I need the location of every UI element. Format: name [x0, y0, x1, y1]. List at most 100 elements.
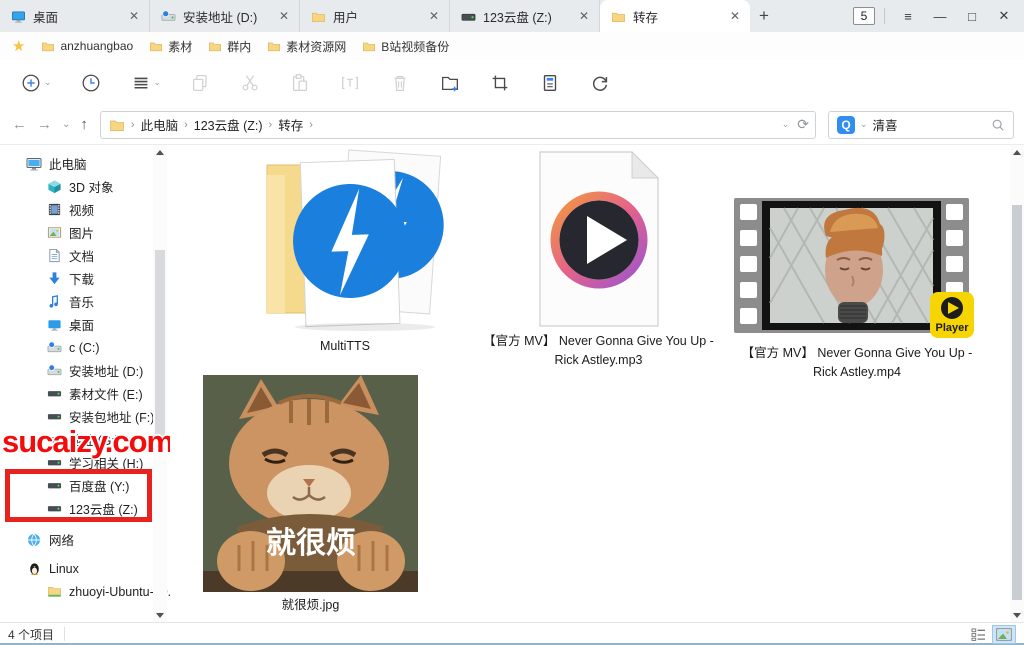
sidebar-item-drive-y-baidu[interactable]: 百度盘 (Y:): [0, 474, 170, 497]
address-dropdown-icon[interactable]: ⌄: [782, 119, 790, 130]
file-name: 【官方 MV】 Never Gonna Give You Up - Rick A…: [476, 332, 721, 370]
scroll-up-icon[interactable]: [1010, 145, 1024, 159]
sidebar-item-this-pc[interactable]: 此电脑: [0, 152, 170, 175]
bookmark-bzhan-backup[interactable]: B站视频备份: [362, 38, 449, 55]
folder-icon: [208, 39, 222, 53]
video-file-thumbnail: Player: [734, 198, 980, 340]
plus-circle-icon: [20, 72, 42, 94]
file-item-rick-mp3[interactable]: 【官方 MV】 Never Gonna Give You Up - Rick A…: [476, 150, 721, 370]
new-tab-button[interactable]: +: [750, 0, 778, 32]
sidebar-item-drive-g[interactable]: 地址 (G:): [0, 428, 170, 451]
breadcrumb-123cloud[interactable]: 123云盘 (Z:): [194, 115, 263, 134]
sidebar-item-drive-z-123cloud[interactable]: 123云盘 (Z:): [0, 497, 170, 520]
meme-caption: 就很烦: [266, 527, 356, 560]
star-icon[interactable]: ★: [12, 37, 25, 55]
details-view-button[interactable]: [966, 625, 990, 644]
view-menu-button[interactable]: ⌄: [130, 72, 162, 94]
address-refresh-icon[interactable]: ⟳: [797, 116, 809, 133]
sidebar-label: 3D 对象: [69, 177, 113, 196]
sidebar-item-drive-h[interactable]: 学习相关 (H:): [0, 451, 170, 474]
sidebar-item-network[interactable]: 网络: [0, 528, 170, 551]
thumbnail-view-icon: [996, 628, 1012, 641]
file-list-area[interactable]: MultiTTS 【官方 MV】 Never Gonna Give: [170, 145, 1024, 622]
address-bar[interactable]: › 此电脑 › 123云盘 (Z:) › 转存 › ⌄ ⟳: [100, 111, 816, 139]
close-tab-icon[interactable]: ✕: [728, 9, 742, 23]
bookmark-sucaiziyuanwang[interactable]: 素材资源网: [267, 38, 346, 55]
sidebar-item-3d-objects[interactable]: 3D 对象: [0, 175, 170, 198]
minimize-button[interactable]: —: [926, 3, 954, 29]
rename-icon: [339, 72, 361, 94]
desktop-icon: [46, 317, 62, 333]
crop-button[interactable]: [489, 72, 511, 94]
maximize-button[interactable]: □: [958, 3, 986, 29]
close-tab-icon[interactable]: ✕: [127, 9, 141, 23]
tab-users[interactable]: 用户 ✕: [300, 0, 450, 32]
tab-drive-d[interactable]: 安装地址 (D:) ✕: [150, 0, 300, 32]
breadcrumb-this-pc[interactable]: 此电脑: [141, 115, 179, 134]
network-icon: [26, 532, 42, 548]
sidebar-item-pictures[interactable]: 图片: [0, 221, 170, 244]
close-tab-icon[interactable]: ✕: [427, 9, 441, 23]
main-scrollbar[interactable]: [1010, 145, 1024, 622]
sidebar-label: 桌面: [69, 315, 94, 334]
search-value: 清喜: [873, 115, 986, 134]
tab-count-badge[interactable]: 5: [853, 7, 875, 25]
sidebar-item-linux[interactable]: Linux: [0, 557, 170, 580]
forward-button[interactable]: →: [37, 116, 52, 133]
sidebar-item-drive-c[interactable]: c (C:): [0, 336, 170, 359]
file-item-cat-jpg[interactable]: 就很烦 就很烦.jpg: [188, 375, 433, 615]
bookmark-qunnei[interactable]: 群内: [208, 38, 251, 55]
close-tab-icon[interactable]: ✕: [277, 9, 291, 23]
calculator-button[interactable]: [539, 72, 561, 94]
scroll-up-icon[interactable]: [153, 145, 167, 159]
tab-desktop[interactable]: 桌面 ✕: [0, 0, 150, 32]
sidebar-item-downloads[interactable]: 下载: [0, 267, 170, 290]
clock-icon: [80, 72, 102, 94]
refresh-button[interactable]: [589, 72, 611, 94]
search-engine-dropdown-icon[interactable]: ⌄: [860, 119, 868, 130]
search-engine-icon[interactable]: Q: [837, 116, 855, 134]
sidebar-item-documents[interactable]: 文档: [0, 244, 170, 267]
bookmark-sucai[interactable]: 素材: [149, 38, 192, 55]
sidebar-item-drive-f[interactable]: 安装包地址 (F:): [0, 405, 170, 428]
tab-zhuancun-active[interactable]: 转存 ✕: [600, 0, 750, 32]
recent-history-button[interactable]: [80, 72, 102, 94]
sidebar-label: 素材文件 (E:): [69, 384, 143, 403]
body-area: 此电脑 3D 对象 视频 图片 文档 下载: [0, 145, 1024, 622]
sidebar-label: 此电脑: [49, 154, 87, 173]
new-folder-button[interactable]: [439, 72, 461, 94]
sidebar-item-drive-e[interactable]: 素材文件 (E:): [0, 382, 170, 405]
new-item-button[interactable]: ⌄: [20, 72, 52, 94]
thumbnail-view-button[interactable]: [992, 625, 1016, 644]
sidebar-item-drive-d[interactable]: 安装地址 (D:): [0, 359, 170, 382]
menu-button[interactable]: ≡: [894, 3, 922, 29]
videos-icon: [46, 202, 62, 218]
paste-icon: [289, 72, 311, 94]
history-dropdown-icon[interactable]: ⌄: [62, 119, 70, 130]
scroll-down-icon[interactable]: [1010, 608, 1024, 622]
breadcrumb-zhuancun[interactable]: 转存: [278, 115, 303, 134]
folder-icon: [109, 117, 125, 133]
sidebar-item-desktop[interactable]: 桌面: [0, 313, 170, 336]
close-tab-icon[interactable]: ✕: [577, 9, 591, 23]
sidebar-item-music[interactable]: 音乐: [0, 290, 170, 313]
tab-drive-z[interactable]: 123云盘 (Z:) ✕: [450, 0, 600, 32]
file-item-multitts[interactable]: MultiTTS: [245, 145, 445, 356]
close-button[interactable]: ✕: [990, 3, 1018, 29]
back-button[interactable]: ←: [12, 116, 27, 133]
sidebar-item-ubuntu[interactable]: zhuoyi-Ubuntu-20.: [0, 580, 170, 603]
search-input[interactable]: Q ⌄ 清喜: [828, 111, 1014, 139]
breadcrumb-separator: ›: [309, 119, 313, 131]
sidebar-item-videos[interactable]: 视频: [0, 198, 170, 221]
sidebar-label: 学习相关 (H:): [69, 453, 143, 472]
scroll-down-icon[interactable]: [153, 608, 167, 622]
drive-icon: [46, 478, 62, 494]
system-drive-icon: [160, 8, 176, 24]
3d-objects-icon: [46, 179, 62, 195]
up-button[interactable]: ↑: [80, 116, 88, 133]
bookmark-anzhuangbao[interactable]: anzhuangbao: [41, 39, 133, 53]
sidebar-scrollbar[interactable]: [153, 145, 167, 622]
scrollbar-thumb[interactable]: [1012, 205, 1022, 600]
file-item-rick-mp4[interactable]: Player 【官方 MV】 Never Gonna Give You Up -…: [732, 150, 982, 382]
scrollbar-thumb[interactable]: [155, 250, 165, 440]
